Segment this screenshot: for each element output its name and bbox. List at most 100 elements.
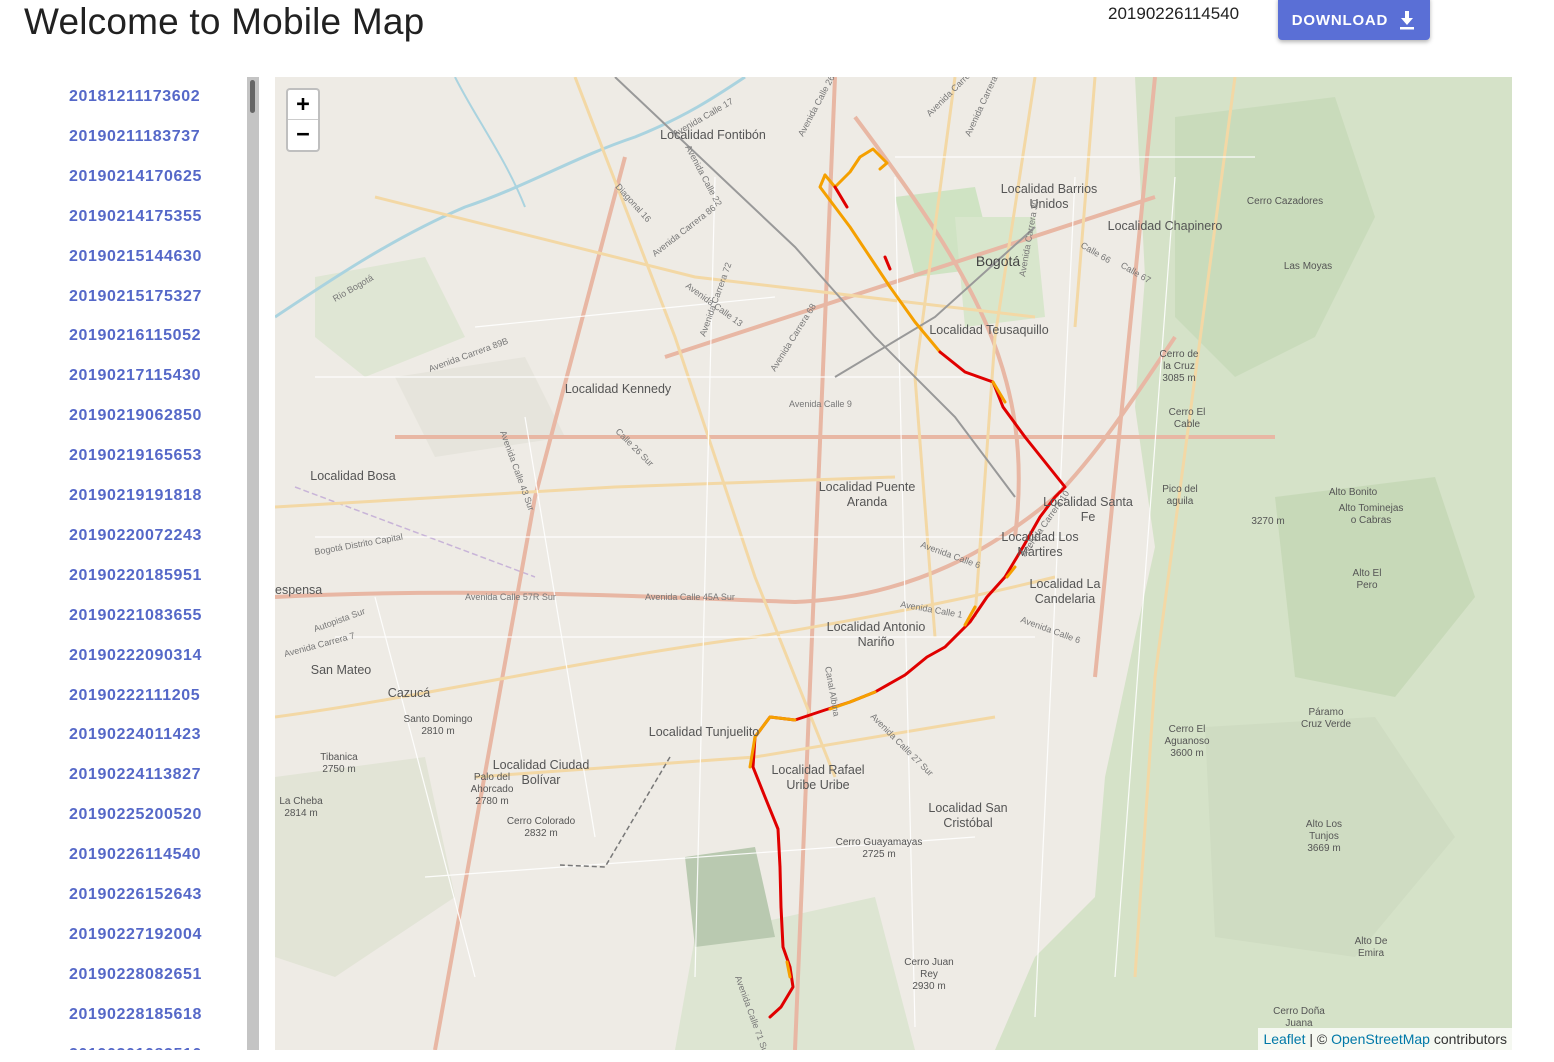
map-attribution: Leaflet | © OpenStreetMap contributors	[1258, 1028, 1512, 1050]
download-icon	[1400, 11, 1415, 30]
trip-list-item[interactable]: 20190216115052	[69, 324, 201, 348]
place-label: Bogotá	[976, 253, 1021, 269]
zoom-in-button[interactable]: +	[288, 90, 318, 120]
peak-label: Cerro Cazadores	[1247, 196, 1323, 207]
peak-label: Tunjos	[1309, 831, 1339, 842]
place-label: Nariño	[858, 635, 895, 649]
peak-label: Santo Domingo	[404, 714, 473, 725]
leaflet-link[interactable]: Leaflet	[1263, 1031, 1305, 1047]
place-label: Localidad Tunjuelito	[649, 725, 760, 739]
place-label: Localidad Teusaquillo	[929, 323, 1048, 337]
peak-label: 3270 m	[1251, 516, 1284, 527]
place-label: Localidad La	[1030, 577, 1101, 591]
trip-list-item[interactable]: 20190228185618	[69, 1003, 202, 1027]
peak-label: Cerro Guayamayas	[836, 837, 923, 848]
place-label: Cazucá	[388, 686, 430, 700]
peak-label: Cable	[1174, 419, 1201, 430]
trip-list-item[interactable]: 20190219165653	[69, 444, 202, 468]
trip-list-item[interactable]: 20190211183737	[69, 125, 200, 149]
place-label: Uribe Uribe	[786, 778, 849, 792]
trip-list-item[interactable]: 20190217115430	[69, 364, 201, 388]
download-label: DOWNLOAD	[1291, 11, 1389, 29]
peak-label: Emira	[1358, 948, 1385, 959]
openstreetmap-link[interactable]: OpenStreetMap	[1331, 1031, 1430, 1047]
place-label: Localidad Bosa	[310, 469, 396, 483]
trip-list-item[interactable]: 20190221083655	[69, 604, 202, 628]
place-label: espensa	[275, 583, 322, 597]
peak-label: Ahorcado	[471, 784, 514, 795]
trip-list-item[interactable]: 20181211173602	[69, 85, 200, 109]
trip-list-item[interactable]: 20190301083510	[69, 1043, 202, 1050]
trip-list-item[interactable]: 20190220185951	[69, 564, 202, 588]
peak-label: 2832 m	[524, 828, 557, 839]
peak-label: Cerro Juan	[904, 957, 953, 968]
selected-trip-id: 20190226114540	[1108, 4, 1240, 23]
peak-label: 2780 m	[475, 796, 508, 807]
peak-label: Alto De	[1355, 936, 1388, 947]
place-label: Bolívar	[522, 773, 561, 787]
scrollbar-thumb[interactable]	[250, 80, 255, 113]
peak-label: 3085 m	[1162, 373, 1195, 384]
peak-label: 2810 m	[421, 726, 454, 737]
trip-list-item[interactable]: 20190219062850	[69, 404, 202, 428]
peak-label: 2750 m	[322, 764, 355, 775]
peak-label: Páramo	[1308, 707, 1343, 718]
scrollbar[interactable]	[247, 77, 259, 1050]
trip-list-item[interactable]: 20190220072243	[69, 524, 202, 548]
download-button[interactable]: DOWNLOAD	[1278, 0, 1430, 40]
peak-label: la Cruz	[1163, 361, 1195, 372]
trip-list-panel[interactable]: 20181211173602 20190211183737 201902141706…	[0, 77, 260, 1050]
peak-label: Pero	[1356, 580, 1378, 591]
peak-label: 2930 m	[912, 981, 945, 992]
place-label: Localidad Rafael	[771, 763, 864, 777]
peak-label: Cerro Colorado	[507, 816, 576, 827]
peak-label: 3669 m	[1307, 843, 1340, 854]
peak-label: Aguanoso	[1164, 736, 1209, 747]
trip-list-item[interactable]: 20190222111205	[69, 684, 200, 708]
attribution-separator: | ©	[1305, 1031, 1332, 1047]
peak-label: o Cabras	[1351, 515, 1392, 526]
place-label: Localidad Ciudad	[493, 758, 590, 772]
trip-list-item[interactable]: 20190215144630	[69, 245, 202, 269]
map-view[interactable]: Localidad Fontibón Localidad Barrios Unido…	[275, 77, 1512, 1050]
trip-list-item[interactable]: 20190224113827	[69, 763, 201, 787]
trip-list-item[interactable]: 20190226152643	[69, 883, 202, 907]
peak-label: Alto Tominejas	[1339, 503, 1404, 514]
trip-list-item[interactable]: 20190214170625	[69, 165, 202, 189]
road-label: Avenida Calle 45A Sur	[645, 592, 735, 602]
place-label: Candelaria	[1035, 592, 1096, 606]
trip-list-item[interactable]: 20190219191818	[69, 484, 202, 508]
peak-label: aguila	[1167, 496, 1194, 507]
attribution-suffix: contributors	[1429, 1031, 1507, 1047]
trip-list-item[interactable]: 20190214175355	[69, 205, 202, 229]
road-label: Avenida Calle 57R Sur	[465, 592, 556, 602]
peak-label: Cerro de	[1160, 349, 1199, 360]
trip-list-item[interactable]: 20190226114540	[69, 843, 201, 867]
trip-list-item[interactable]: 20190215175327	[69, 285, 202, 309]
trip-list-item[interactable]: 20190222090314	[69, 644, 202, 668]
peak-label: La Cheba	[279, 796, 323, 807]
peak-label: Cruz Verde	[1301, 719, 1351, 730]
zoom-control: + −	[286, 88, 320, 152]
place-label: Localidad Antonio	[827, 620, 926, 634]
peak-label: Rey	[920, 969, 938, 980]
trip-list-item[interactable]: 20190224011423	[69, 723, 201, 747]
peak-label: Alto Los	[1306, 819, 1342, 830]
place-label: Localidad Barrios	[1001, 182, 1098, 196]
trip-list-item[interactable]: 20190228082651	[69, 963, 202, 987]
peak-label: 3600 m	[1170, 748, 1203, 759]
page-title: Welcome to Mobile Map	[24, 1, 425, 42]
place-label: Localidad San	[928, 801, 1007, 815]
place-label: Localidad Chapinero	[1108, 219, 1223, 233]
trip-list-item[interactable]: 20190225200520	[69, 803, 202, 827]
peak-label: Cerro Doña	[1273, 1006, 1325, 1017]
peak-label: Palo del	[474, 772, 510, 783]
peak-label: Las Moyas	[1284, 261, 1332, 272]
place-label: Cristóbal	[943, 816, 992, 830]
trip-list-item[interactable]: 20190227192004	[69, 923, 202, 947]
peak-label: Cerro El	[1169, 724, 1206, 735]
peak-label: Tibanica	[320, 752, 358, 763]
peak-label: 2725 m	[862, 849, 895, 860]
place-label: Localidad Kennedy	[565, 382, 672, 396]
zoom-out-button[interactable]: −	[288, 120, 318, 150]
